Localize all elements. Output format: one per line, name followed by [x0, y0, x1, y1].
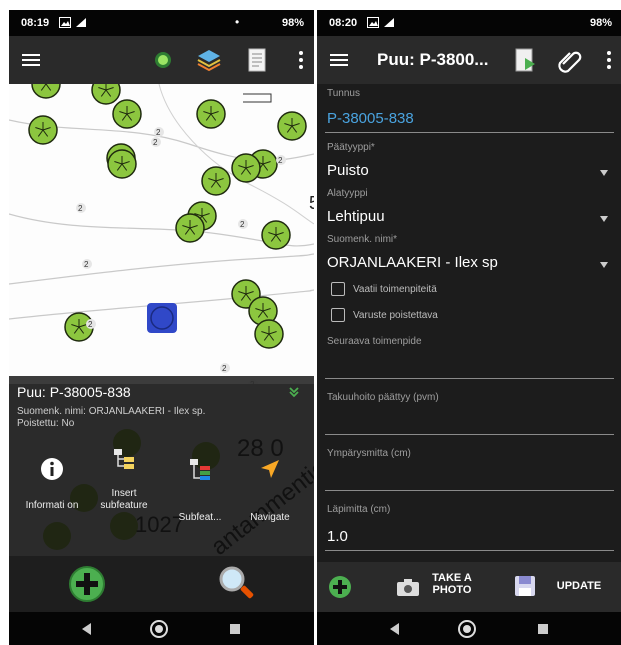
home-icon[interactable]: [457, 619, 477, 639]
recents-icon[interactable]: [225, 619, 245, 639]
status-bar: 08:19 • 98%: [9, 10, 314, 36]
image-notification-icon: [367, 17, 379, 28]
document-icon[interactable]: [511, 46, 539, 74]
home-icon[interactable]: [149, 619, 169, 639]
form-bottom-bar: TAKE A PHOTO UPDATE: [317, 562, 621, 612]
map-canvas: 5 222222222: [9, 84, 314, 384]
nimi-select[interactable]: ORJANLAAKERI - Ilex sp: [327, 254, 587, 271]
seuraava-toimenpide-label: Seuraava toimenpide: [327, 336, 422, 347]
map-bottom-bar: [9, 556, 314, 612]
map-number-label: 2: [240, 220, 245, 229]
feature-title: Puu: P-38005-838: [17, 384, 131, 400]
feature-form: Tunnus P-38005-838 Päätyyppi* Puisto Ala…: [317, 84, 621, 562]
recents-icon[interactable]: [533, 619, 553, 639]
paatyyppi-label: Päätyyppi*: [327, 142, 375, 153]
signal-icon: [384, 18, 394, 27]
divider: [325, 132, 614, 133]
information-action-label: Informati on: [25, 500, 79, 511]
takuuhoito-field[interactable]: [325, 434, 614, 435]
map-number-label: 2: [156, 128, 161, 137]
subfeatures-label: Subfeat...: [178, 512, 222, 523]
ymparysmitta-label: Ympärysmitta (cm): [327, 448, 411, 459]
attachment-icon[interactable]: [555, 46, 583, 74]
varuste-poistettava-label: Varuste poistettava: [353, 310, 438, 321]
vaatii-toimenpiteita-label: Vaatii toimenpiteitä: [353, 284, 437, 295]
status-time: 08:20: [329, 17, 358, 29]
information-action[interactable]: Informati on: [17, 456, 87, 536]
hamburger-icon[interactable]: [327, 48, 351, 72]
tunnus-label: Tunnus: [327, 88, 360, 99]
navigate-label: Navigate: [250, 512, 290, 523]
dropdown-arrow-icon[interactable]: [600, 262, 608, 268]
save-icon[interactable]: [513, 574, 537, 598]
status-bar: 08:20 98%: [317, 10, 621, 36]
camera-icon[interactable]: [395, 576, 421, 598]
insert-subfeature-action[interactable]: Insert subfeature: [89, 446, 159, 526]
map-number-label: 2: [153, 138, 158, 147]
subfeatures-action[interactable]: Subfeat...: [165, 456, 235, 536]
map-number-label: 2: [88, 320, 93, 329]
form-title: Puu: P-3800...: [377, 50, 489, 69]
chevron-down-icon[interactable]: [288, 386, 300, 398]
dropdown-arrow-icon[interactable]: [600, 170, 608, 176]
map-number-label: 2: [78, 204, 83, 213]
varuste-poistettava-checkbox[interactable]: [331, 308, 345, 322]
navigate-action[interactable]: Navigate: [235, 456, 305, 536]
add-feature-icon[interactable]: [67, 564, 107, 604]
info-icon: [41, 458, 63, 480]
nimi-label: Suomenk. nimi*: [327, 234, 398, 245]
update-button[interactable]: UPDATE: [549, 580, 609, 592]
back-icon[interactable]: [77, 619, 97, 639]
map-view[interactable]: 5 222222222: [9, 84, 314, 384]
map-label-5: 5: [309, 193, 314, 213]
insert-subfeature-icon: [114, 449, 134, 469]
more-vert-icon[interactable]: [287, 46, 314, 74]
feature-name-line: Suomenk. nimi: ORJANLAAKERI - Ilex sp.: [17, 406, 206, 417]
layers-icon[interactable]: [195, 46, 223, 74]
vaatii-toimenpiteita-checkbox[interactable]: [331, 282, 345, 296]
signal-icon: [76, 18, 86, 27]
feature-removed-line: Poistettu: No: [17, 418, 75, 429]
map-number-label: 2: [222, 364, 227, 373]
paatyyppi-select[interactable]: Puisto: [327, 162, 369, 179]
alatyyppi-select[interactable]: Lehtipuu: [327, 208, 385, 225]
takuuhoito-label: Takuuhoito päättyy (pvm): [327, 392, 439, 403]
alatyyppi-label: Alatyyppi: [327, 188, 368, 199]
divider: [325, 550, 614, 551]
dot-icon: •: [235, 15, 240, 29]
add-icon[interactable]: [327, 574, 353, 600]
battery-indicator: 98%: [589, 17, 612, 29]
notes-icon[interactable]: [243, 46, 271, 74]
take-photo-button[interactable]: TAKE A PHOTO: [427, 572, 477, 596]
status-time: 08:19: [21, 17, 50, 29]
gps-icon[interactable]: [149, 46, 177, 74]
more-vert-icon[interactable]: [595, 46, 621, 74]
system-nav-bar: [317, 612, 621, 645]
insert-subfeature-label: Insert subfeature: [100, 488, 148, 511]
tunnus-value[interactable]: P-38005-838: [327, 110, 414, 127]
right-phone-screen: 08:20 98% Puu: P-3800... Tunnus P-38005-…: [317, 10, 621, 645]
subfeatures-icon: [190, 459, 210, 480]
ymparysmitta-field[interactable]: [325, 490, 614, 491]
map-number-label: 2: [84, 260, 89, 269]
tree-marker[interactable]: [31, 84, 61, 99]
form-toolbar: Puu: P-3800...: [317, 36, 621, 84]
map-toolbar: [9, 36, 314, 84]
lapimitta-input[interactable]: 1.0: [327, 528, 348, 545]
search-icon[interactable]: [215, 562, 259, 606]
dropdown-arrow-icon[interactable]: [600, 216, 608, 222]
left-phone-screen: 08:19 • 98% 5 222222222: [9, 10, 314, 645]
feature-info-panel: 28 0 1027 antammentie Puu: P-38005-838 S…: [9, 376, 314, 556]
image-notification-icon: [59, 17, 71, 28]
hamburger-icon[interactable]: [19, 48, 43, 72]
map-number-label: 2: [278, 156, 283, 165]
seuraava-toimenpide-field[interactable]: [325, 378, 614, 379]
system-nav-bar: [9, 612, 314, 645]
back-icon[interactable]: [385, 619, 405, 639]
lapimitta-label: Läpimitta (cm): [327, 504, 391, 515]
navigate-icon: [261, 460, 279, 478]
battery-indicator: 98%: [281, 17, 304, 29]
